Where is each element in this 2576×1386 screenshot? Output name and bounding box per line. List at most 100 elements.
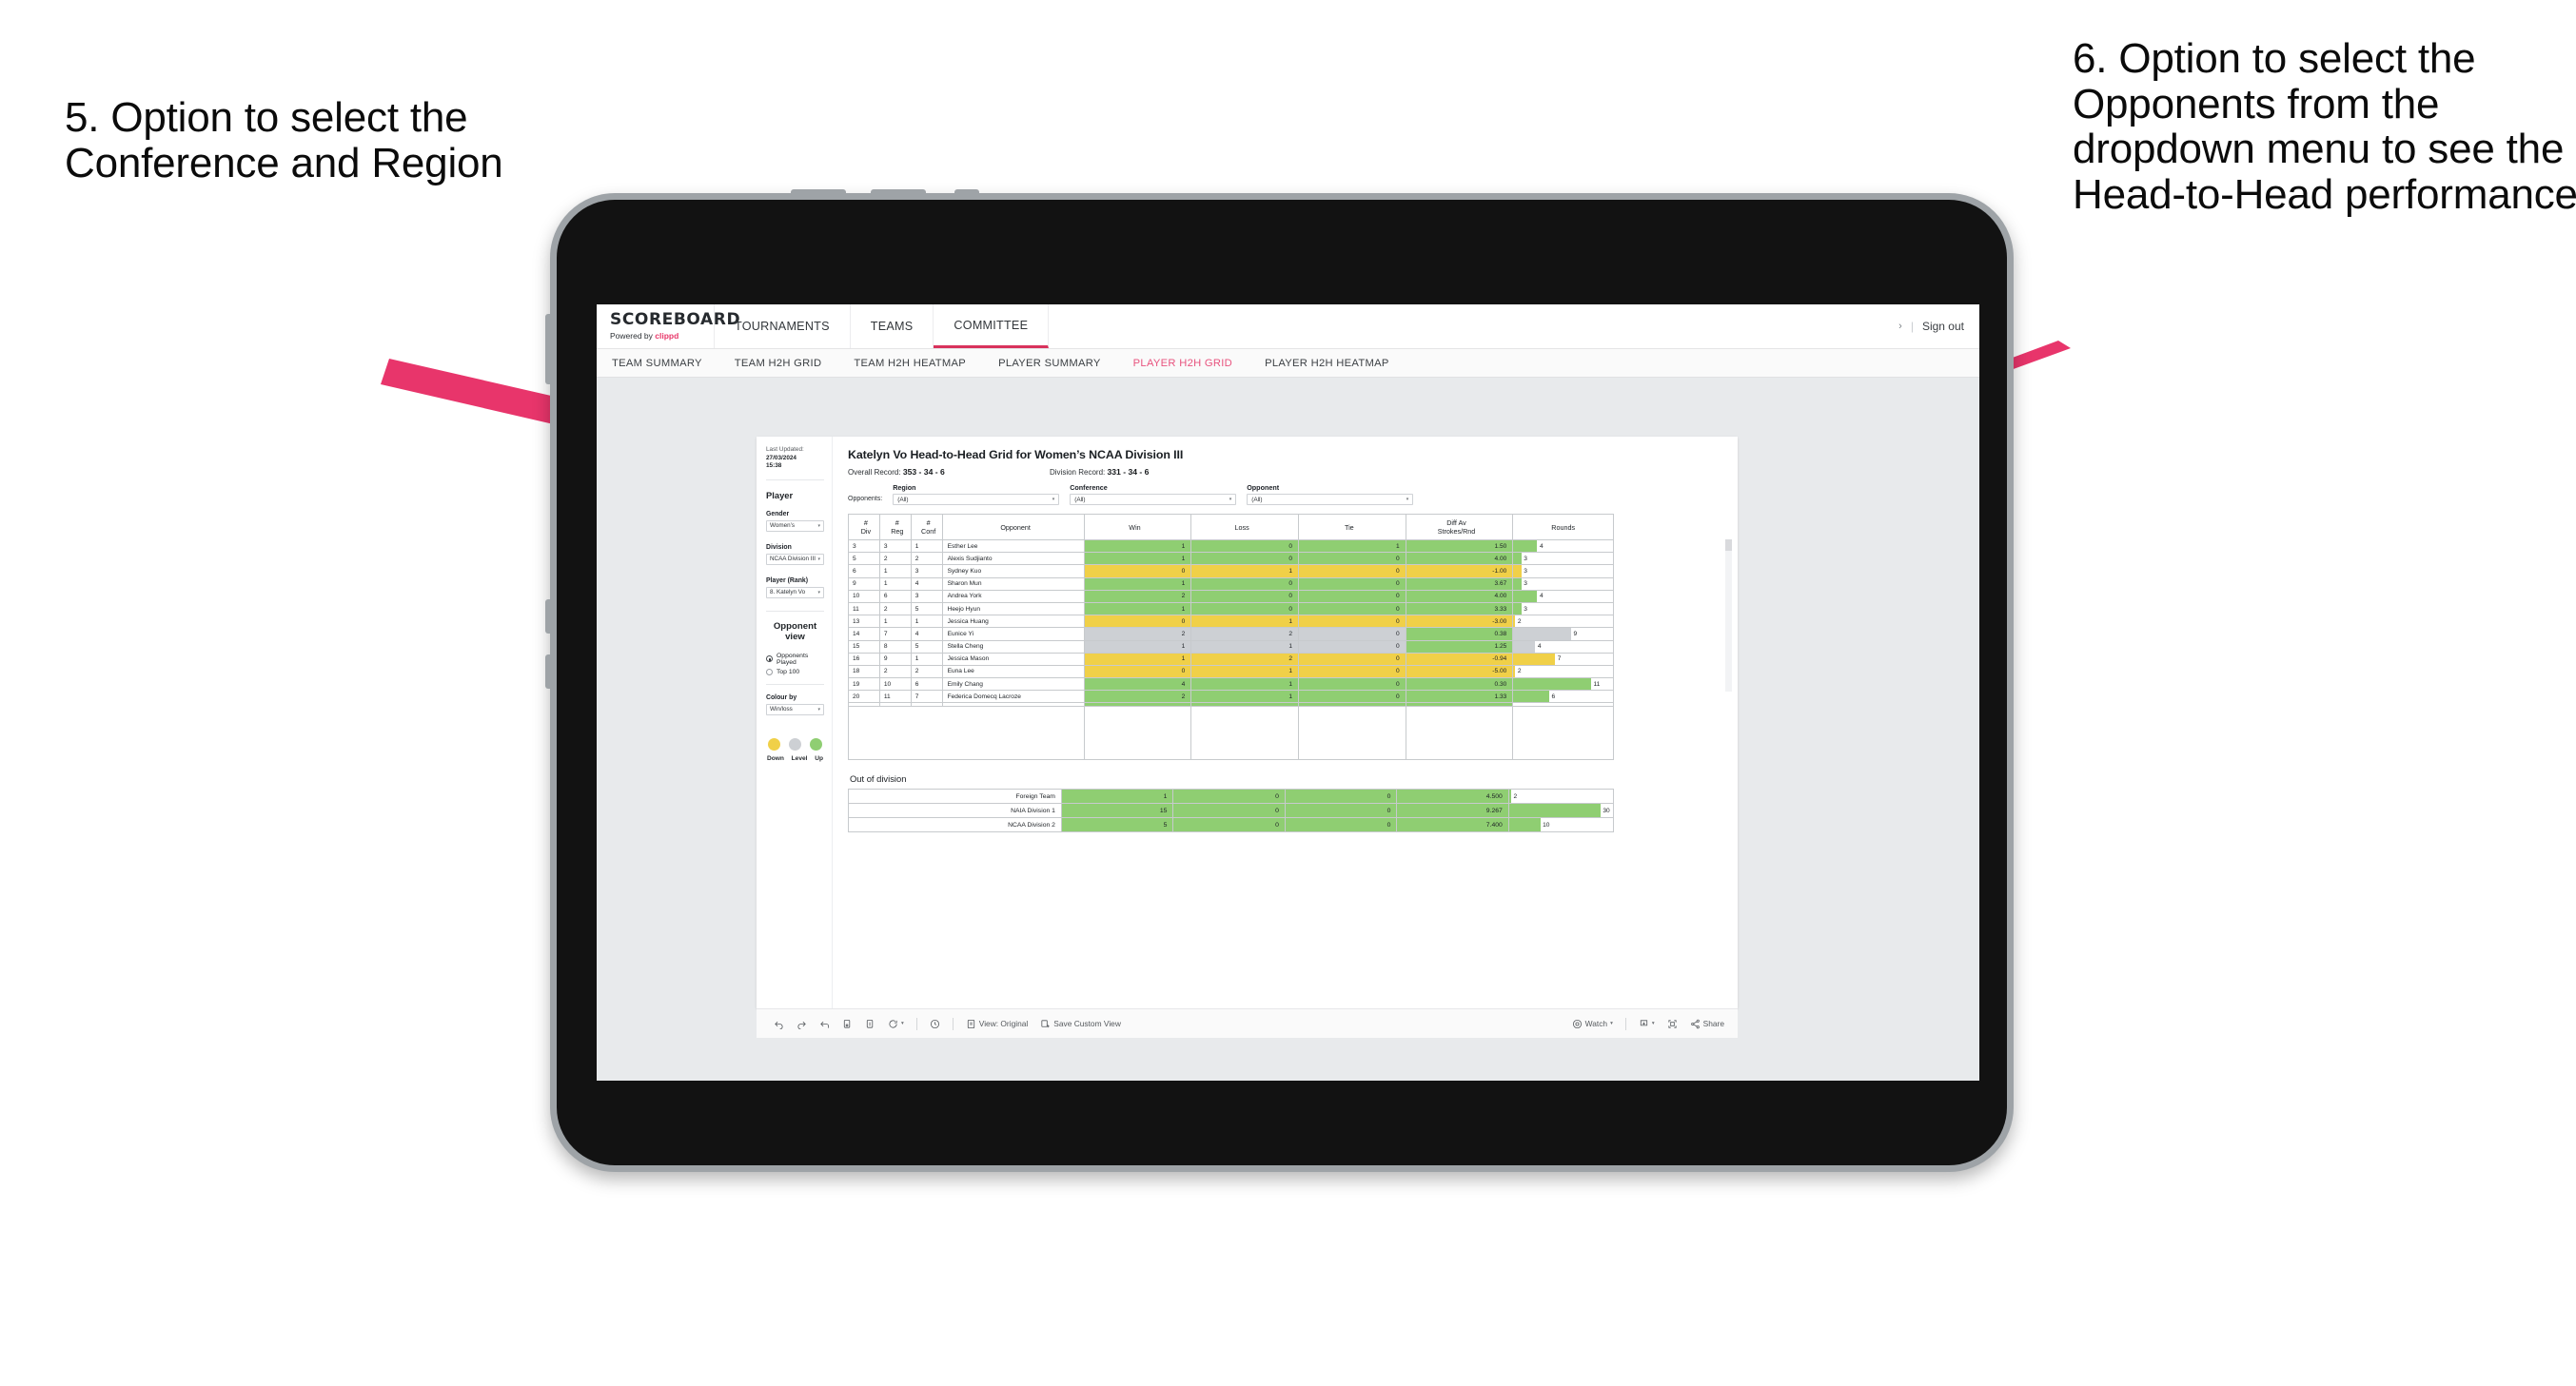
table-row[interactable]: 10 6 3 Andrea York 2 0 0 4.00 4 (848, 589, 1614, 603)
subnav-player-summary[interactable]: PLAYER SUMMARY (998, 358, 1101, 369)
region-select[interactable]: (All) ▾ (893, 494, 1060, 505)
cell-reg: 1 (878, 564, 912, 578)
table-scrollbar-thumb[interactable] (1725, 539, 1732, 551)
colour-by-select[interactable]: Win/loss ▾ (766, 703, 824, 715)
chevron-down-icon: ▾ (1229, 497, 1232, 502)
rounds-value: 7 (1557, 655, 1562, 663)
subnav-player-h2h-grid[interactable]: PLAYER H2H GRID (1133, 358, 1232, 369)
column-header-reg[interactable]: # Reg (878, 514, 912, 540)
cell-diff: 4.00 (1405, 552, 1514, 566)
radio-top-100-label: Top 100 (777, 668, 800, 675)
chevron-down-icon: ▾ (1406, 497, 1409, 502)
cell-div: 13 (848, 615, 880, 629)
share-button[interactable]: Share (1690, 1019, 1724, 1029)
revert-icon[interactable] (819, 1019, 830, 1029)
table-row[interactable]: 11 2 5 Heejo Hyun 1 0 0 3.33 3 (848, 601, 1614, 616)
column-header-rounds[interactable]: Rounds (1512, 514, 1614, 540)
save-custom-view-button[interactable]: Save Custom View (1040, 1019, 1121, 1029)
table-row[interactable]: 3 3 1 Esther Lee 1 0 1 1.50 4 (848, 538, 1614, 554)
table-scrollbar-track[interactable] (1725, 539, 1732, 692)
column-header-div[interactable]: # Div (848, 514, 880, 540)
radio-opponents-played[interactable]: Opponents Played (766, 653, 824, 666)
table-row[interactable]: 18 2 2 Euna Lee 0 1 0 -5.00 2 (848, 664, 1614, 679)
cell-empty (911, 706, 943, 761)
overall-record-value: 353 - 34 - 6 (902, 467, 945, 477)
cell-opponent: Emily Chang (941, 677, 1085, 692)
cell-opponent: Alexis Sudjianto (941, 552, 1085, 566)
out-of-division-table: Foreign Team 1 0 0 4.500 2 NAIA Division 1 15 0 0… (848, 789, 1615, 833)
sidebar-divider-2 (766, 610, 824, 612)
subnav-team-h2h-heatmap[interactable]: TEAM H2H HEATMAP (854, 358, 966, 369)
rounds-value: 4 (1539, 593, 1544, 600)
cell-empty (1297, 706, 1406, 761)
device-top-button-2 (871, 189, 926, 197)
nav-tab-tournaments[interactable]: TOURNAMENTS (715, 304, 851, 348)
sign-out-link[interactable]: Sign out (1922, 320, 1964, 333)
brand-name: clippd (655, 331, 679, 341)
legend-swatch-up (810, 737, 822, 751)
toolbar-divider-1 (915, 1017, 917, 1030)
cell-reg: 6 (878, 589, 912, 603)
rounds-bar (1508, 804, 1601, 818)
refresh-icon[interactable] (842, 1019, 853, 1029)
column-header-conf[interactable]: # Conf (910, 514, 943, 540)
table-row[interactable]: 20 11 7 Federica Domecq Lacroze 2 1 0 1.33 6 (848, 690, 1614, 704)
column-header-loss[interactable]: Loss (1190, 514, 1299, 540)
out-of-division-row[interactable]: NCAA Division 2 5 0 0 7.400 10 (848, 817, 1615, 833)
division-select[interactable]: NCAA Division III ▾ (766, 553, 824, 565)
conference-select[interactable]: (All) ▾ (1070, 494, 1237, 505)
cell-tie: 0 (1297, 639, 1406, 654)
column-header-win[interactable]: Win (1083, 514, 1192, 540)
refresh-data-icon[interactable]: ▾ (888, 1019, 904, 1029)
pause-auto-updates-icon[interactable] (930, 1019, 940, 1029)
watch-button[interactable]: Watch ▾ (1572, 1019, 1613, 1029)
out-of-division-row[interactable]: Foreign Team 1 0 0 4.500 2 (848, 789, 1615, 805)
player-rank-select[interactable]: 8. Katelyn Vo ▾ (766, 586, 824, 598)
nav-tab-teams[interactable]: TEAMS (851, 304, 934, 348)
gender-select[interactable]: Women’s ▾ (766, 519, 824, 532)
cell-tie: 0 (1297, 576, 1406, 591)
column-header-tie[interactable]: Tie (1297, 514, 1406, 540)
download-button[interactable]: ▾ (1639, 1019, 1655, 1029)
cell-diff: 4.500 (1396, 789, 1509, 805)
subnav-team-h2h-grid[interactable]: TEAM H2H GRID (735, 358, 822, 369)
table-row[interactable]: 5 2 2 Alexis Sudjianto 1 0 0 4.00 3 (848, 552, 1614, 566)
brand-logo[interactable]: SCOREBOARD Powered by clippd (597, 304, 740, 348)
pause-icon[interactable] (865, 1019, 875, 1029)
radio-top-100[interactable]: Top 100 (766, 668, 824, 675)
player-rank-label: Player (Rank) (766, 576, 809, 584)
cell-division-name: NAIA Division 1 (848, 803, 1062, 819)
table-row[interactable]: 16 9 1 Jessica Mason 1 2 0 -0.94 7 (848, 652, 1614, 666)
cell-diff: 9.267 (1396, 803, 1509, 819)
cell-diff: -5.00 (1405, 664, 1514, 679)
cell-conf: 2 (910, 664, 943, 679)
column-header-diff-av-strokes-rnd[interactable]: Diff Av Strokes/Rnd (1405, 514, 1514, 540)
view-original-button[interactable]: View: Original (966, 1019, 1029, 1029)
cell-loss: 1 (1190, 639, 1299, 654)
cell-diff: 3.33 (1405, 601, 1514, 616)
chevron-right-icon[interactable]: › (1898, 321, 1902, 332)
subnav-team-summary[interactable]: TEAM SUMMARY (612, 358, 702, 369)
table-row[interactable]: 13 1 1 Jessica Huang 0 1 0 -3.00 2 (848, 615, 1614, 629)
toolbar-divider-3 (1624, 1017, 1626, 1030)
nav-tab-committee[interactable]: COMMITTEE (934, 304, 1050, 348)
rounds-bar (1513, 653, 1556, 665)
table-row[interactable]: 15 8 5 Stella Cheng 1 1 0 1.25 4 (848, 639, 1614, 654)
redo-icon[interactable] (796, 1019, 807, 1029)
undo-icon[interactable] (774, 1019, 784, 1029)
view-original-label: View: Original (978, 1019, 1029, 1028)
toolbar-divider-2 (952, 1017, 954, 1030)
rounds-bar (1513, 691, 1549, 703)
out-of-division-row[interactable]: NAIA Division 1 15 0 0 9.267 30 (848, 803, 1615, 819)
cell-tie: 0 (1297, 677, 1406, 692)
table-row[interactable]: 19 10 6 Emily Chang 4 1 0 0.30 11 (848, 677, 1614, 692)
table-row[interactable]: 6 1 3 Sydney Kuo 0 1 0 -1.00 3 (848, 564, 1614, 578)
column-header-opponent[interactable]: Opponent (941, 514, 1085, 540)
table-row[interactable]: 14 7 4 Eunice Yi 2 2 0 0.38 9 (848, 627, 1614, 641)
opponent-select[interactable]: (All) ▾ (1247, 494, 1414, 505)
subnav-player-h2h-heatmap[interactable]: PLAYER H2H HEATMAP (1265, 358, 1389, 369)
cell-loss: 2 (1190, 627, 1299, 641)
cell-win: 5 (1060, 817, 1174, 833)
table-row[interactable]: 9 1 4 Sharon Mun 1 0 0 3.67 3 (848, 576, 1614, 591)
fullscreen-icon[interactable] (1667, 1019, 1678, 1029)
